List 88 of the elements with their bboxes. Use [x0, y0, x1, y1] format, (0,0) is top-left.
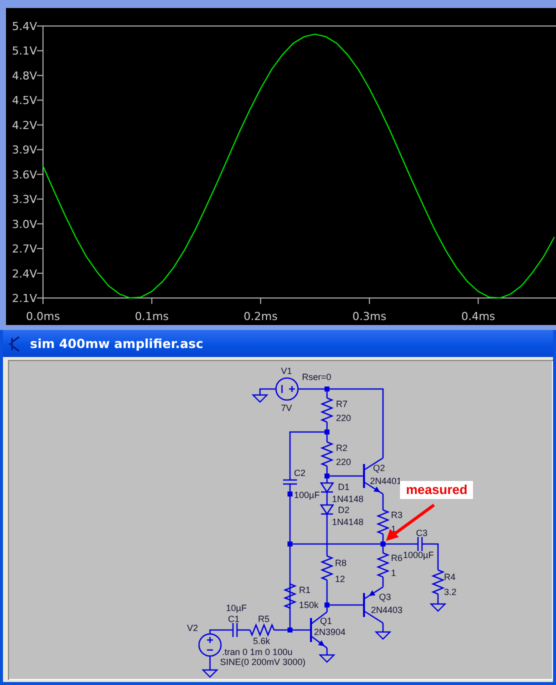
x-tick-label: 0.3ms	[352, 310, 386, 323]
voltage-source-symbol	[275, 377, 299, 401]
value-label: 100µF	[294, 490, 320, 500]
resistor-symbol	[320, 555, 334, 581]
resistor-symbol	[431, 569, 445, 595]
x-tick-label: 0.4ms	[461, 310, 496, 323]
reference-label: D1	[338, 482, 350, 492]
reference-label: V2	[187, 623, 198, 633]
annotation-label: measured	[400, 481, 474, 499]
y-tick-label: 3.6V	[12, 168, 37, 182]
value-label: 10µF	[226, 603, 247, 613]
reference-label: C3	[416, 528, 428, 538]
y-tick-label: 4.5V	[12, 94, 37, 108]
diode-symbol	[320, 482, 334, 494]
reference-label: R8	[335, 558, 347, 568]
wire	[382, 494, 384, 510]
reference-label: R2	[336, 443, 348, 453]
resistor-symbol	[320, 441, 334, 467]
reference-label: R5	[258, 614, 270, 624]
capacitor-symbol	[232, 623, 238, 637]
reference-label: Q3	[379, 592, 392, 602]
transistor-icon	[9, 336, 21, 352]
value-label: 2N4401	[370, 476, 402, 486]
value-label: 150k	[299, 600, 319, 610]
wire	[237, 629, 250, 631]
x-tick-label: 0.0ms	[26, 310, 60, 323]
y-tick-label: 2.4V	[12, 267, 37, 280]
ground-symbol	[318, 654, 336, 663]
ground-symbol	[430, 603, 446, 612]
value-label: 1000µF	[403, 550, 434, 560]
wire	[382, 577, 384, 587]
value-label: 2N3904	[314, 627, 346, 637]
value-label: 5.6k	[253, 636, 270, 646]
y-tick-label: 3.0V	[12, 218, 37, 231]
wire	[326, 492, 328, 505]
reference-label: R7	[336, 399, 348, 409]
ground-symbol	[202, 669, 218, 678]
y-tick-label: 3.9V	[12, 144, 37, 157]
y-tick-label: 5.4V	[12, 20, 37, 33]
resistor-symbol	[376, 509, 390, 535]
y-tick-label: 4.8V	[12, 69, 37, 82]
reference-label: R6	[391, 553, 403, 563]
wire	[437, 594, 439, 604]
x-tick-label: 0.1ms	[134, 310, 169, 323]
value-label: 2N4403	[371, 605, 403, 615]
value-label: 1	[391, 568, 396, 578]
wire	[209, 629, 233, 634]
reference-label: Q1	[320, 616, 332, 626]
y-tick-label: 4.2V	[12, 118, 37, 132]
spice-line-label: Rser=0	[302, 372, 332, 382]
diode-symbol	[320, 504, 334, 516]
resistor-symbol	[249, 623, 275, 637]
y-tick-label: 3.3V	[12, 193, 37, 206]
y-tick-label: 2.1V	[12, 292, 37, 305]
value-label: 7V	[281, 403, 292, 413]
reference-label: R1	[299, 585, 311, 595]
resistor-symbol	[320, 397, 334, 423]
reference-label: V1	[281, 366, 292, 376]
window-title: sim 400mw amplifier.asc	[30, 336, 204, 351]
value-label: 220	[336, 457, 352, 467]
ground-symbol	[374, 631, 392, 640]
reference-label: C1	[228, 614, 240, 624]
value-label: 220	[336, 413, 352, 423]
y-tick-label: 2.7V	[12, 242, 37, 256]
value-label: 12	[335, 574, 346, 584]
arrow	[386, 504, 435, 541]
value-label: SINE(0 200mV 3000)	[220, 657, 306, 667]
x-tick-label: 0.2ms	[244, 310, 278, 323]
value-label: 1N4148	[332, 494, 364, 504]
y-tick-label: 5.1V	[12, 44, 37, 58]
wire	[326, 648, 328, 655]
reference-label: R4	[444, 572, 456, 582]
reference-label: Q2	[373, 463, 386, 473]
reference-label: C2	[294, 468, 306, 478]
wire	[382, 623, 384, 632]
spice-directive: .tran 0 1m 0 100u	[222, 647, 293, 657]
wire	[259, 388, 276, 395]
reference-label: D2	[338, 505, 350, 515]
value-label: 1N4148	[332, 517, 364, 527]
voltage-source-symbol	[198, 633, 222, 657]
resistor-symbol	[283, 583, 297, 609]
wire	[209, 656, 211, 670]
ground-symbol	[252, 394, 268, 403]
value-label: 3.2	[444, 587, 457, 597]
capacitor-symbol	[417, 537, 423, 551]
reference-label: R3	[391, 510, 403, 520]
capacitor-symbol	[283, 479, 297, 485]
resistor-symbol	[376, 552, 390, 578]
